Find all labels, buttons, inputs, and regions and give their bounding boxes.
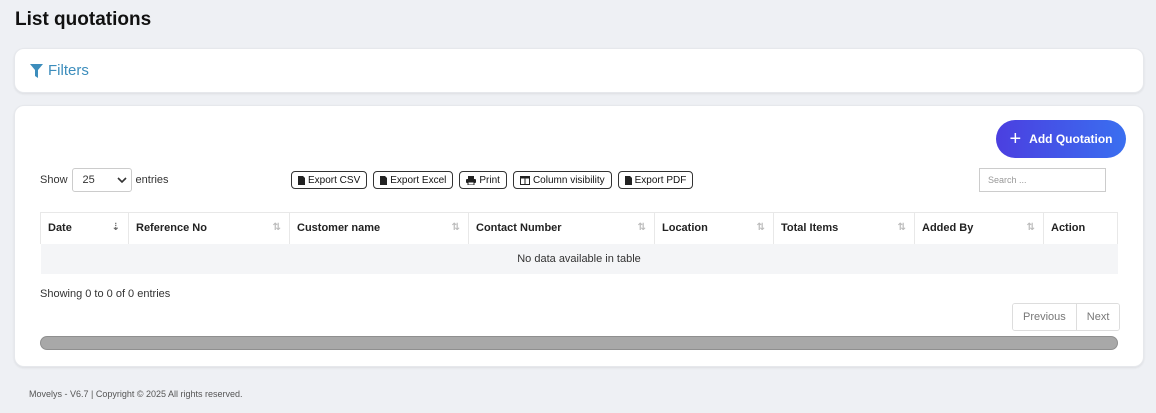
column-header-location[interactable]: Location ⇅ xyxy=(654,212,774,244)
sort-icon: ⇅ xyxy=(272,222,281,233)
sort-icon: ⇅ xyxy=(451,222,460,233)
sort-icon: ⇅ xyxy=(637,222,646,233)
add-quotation-label: Add Quotation xyxy=(1029,132,1113,146)
empty-table-message: No data available in table xyxy=(40,243,1118,274)
column-visibility-button[interactable]: Column visibility xyxy=(512,171,612,189)
plus-icon: + xyxy=(1009,128,1022,150)
print-icon xyxy=(466,175,477,185)
add-quotation-button[interactable]: + Add Quotation xyxy=(996,120,1126,158)
export-excel-button[interactable]: Export Excel xyxy=(373,171,454,189)
chevron-down-icon xyxy=(116,177,127,183)
show-label: Show xyxy=(40,174,68,186)
footer-copyright: Movelys - V6.7 | Copyright © 2025 All ri… xyxy=(29,389,243,399)
entries-label: entries xyxy=(135,174,169,186)
page-length-control: Show 25 entries xyxy=(40,168,169,192)
sort-desc-icon: ⇣ xyxy=(111,222,120,233)
sort-icon: ⇅ xyxy=(1026,222,1035,233)
column-header-contact[interactable]: Contact Number ⇅ xyxy=(468,212,655,244)
column-contact-label: Contact Number xyxy=(476,222,562,235)
horizontal-scrollbar[interactable] xyxy=(40,336,1118,350)
filters-card: Filters xyxy=(14,48,1144,93)
pagination: Previous Next xyxy=(1012,303,1121,331)
file-csv-icon xyxy=(298,175,305,185)
column-action-label: Action xyxy=(1051,222,1086,235)
column-visibility-label: Column visibility xyxy=(532,174,605,186)
column-header-total-items[interactable]: Total Items ⇅ xyxy=(773,212,915,244)
sort-icon: ⇅ xyxy=(897,222,906,233)
table-row: No data available in table xyxy=(40,243,1118,274)
next-page-button[interactable]: Next xyxy=(1075,304,1120,330)
print-label: Print xyxy=(479,174,500,186)
export-csv-label: Export CSV xyxy=(308,174,361,186)
table-info: Showing 0 to 0 of 0 entries xyxy=(40,288,171,300)
column-reference-label: Reference No xyxy=(136,222,207,235)
previous-page-button[interactable]: Previous xyxy=(1013,304,1076,330)
filter-icon xyxy=(30,63,43,78)
column-header-action: Action xyxy=(1043,212,1118,244)
column-location-label: Location xyxy=(662,222,708,235)
column-added-by-label: Added By xyxy=(922,222,974,235)
export-csv-button[interactable]: Export CSV xyxy=(291,171,368,189)
quotations-table: Date ⇣ Reference No ⇅ Customer name ⇅ Conta… xyxy=(40,212,1118,274)
column-header-customer[interactable]: Customer name ⇅ xyxy=(289,212,469,244)
export-buttons: Export CSV Export Excel Print Column vis… xyxy=(291,171,694,189)
print-button[interactable]: Print xyxy=(459,171,507,189)
export-excel-label: Export Excel xyxy=(390,174,447,186)
column-header-added-by[interactable]: Added By ⇅ xyxy=(914,212,1044,244)
column-header-date[interactable]: Date ⇣ xyxy=(40,212,129,244)
quotations-card: + Add Quotation Show 25 entries Export C… xyxy=(14,105,1144,367)
column-header-reference[interactable]: Reference No ⇅ xyxy=(128,212,290,244)
page-length-value: 25 xyxy=(82,174,95,186)
page-title: List quotations xyxy=(15,9,152,30)
column-total-items-label: Total Items xyxy=(781,222,839,235)
column-date-label: Date xyxy=(48,222,72,235)
filters-label: Filters xyxy=(48,62,89,79)
column-customer-label: Customer name xyxy=(297,222,381,235)
columns-icon xyxy=(519,175,530,185)
file-pdf-icon xyxy=(624,175,632,185)
filters-toggle[interactable]: Filters xyxy=(30,62,89,79)
export-pdf-button[interactable]: Export PDF xyxy=(617,171,694,189)
export-pdf-label: Export PDF xyxy=(634,174,687,186)
search-input[interactable] xyxy=(979,168,1106,192)
table-header-row: Date ⇣ Reference No ⇅ Customer name ⇅ Conta… xyxy=(40,212,1118,244)
sort-icon: ⇅ xyxy=(756,222,765,233)
file-excel-icon xyxy=(380,175,388,185)
page-length-select[interactable]: 25 xyxy=(71,168,132,192)
